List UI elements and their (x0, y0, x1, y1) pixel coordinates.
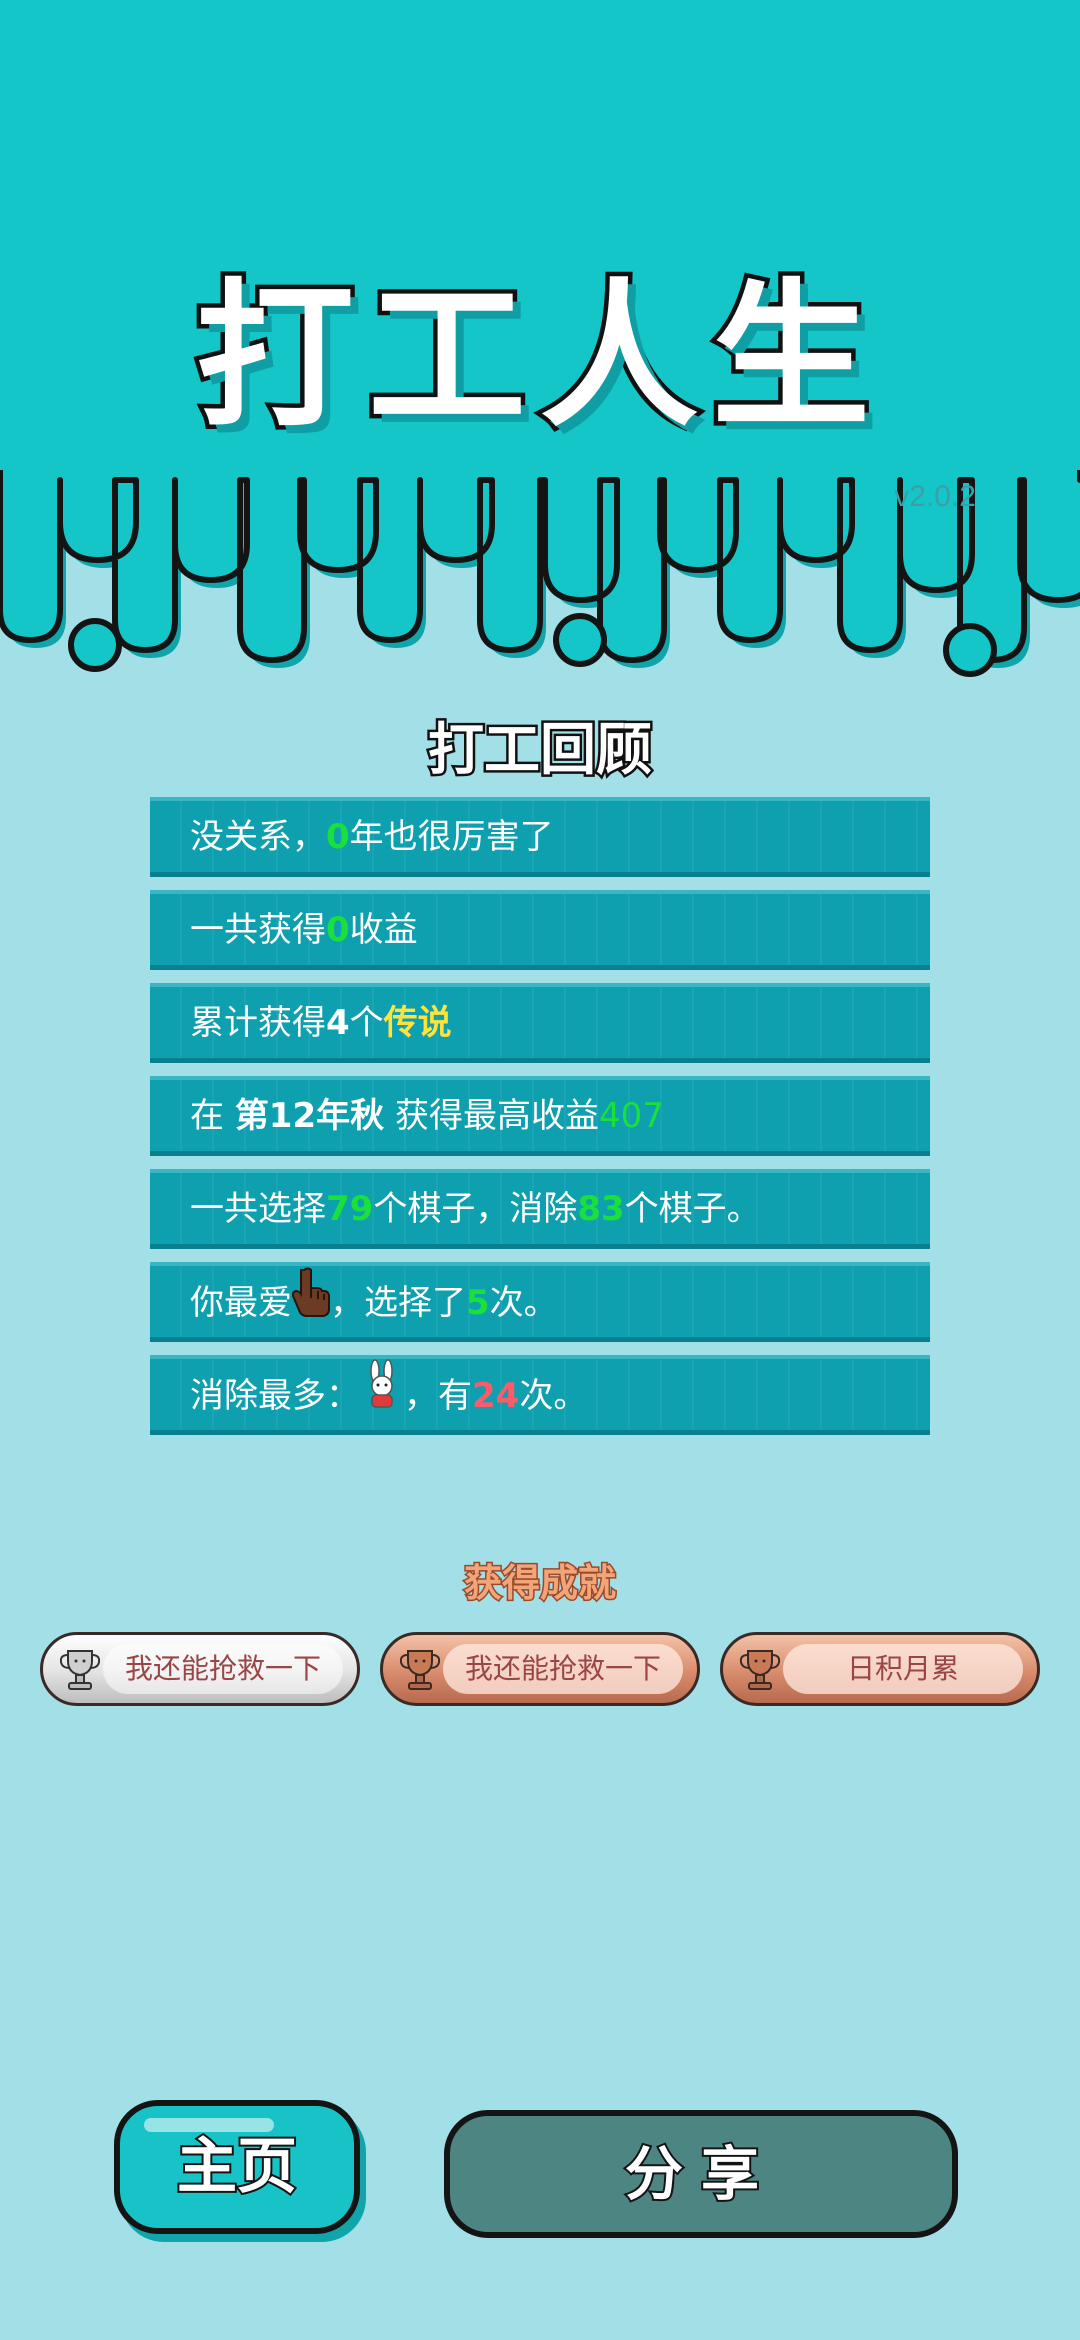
max-income-value: 407 (598, 1096, 664, 1136)
achievement-label: 日积月累 (846, 1652, 959, 1685)
income-value: 0 (326, 910, 350, 950)
review-row-income: 一共获得0收益 (150, 890, 930, 970)
achievement-badge[interactable]: 我还能抢救一下 (380, 1632, 700, 1706)
trophy-icon (395, 1645, 445, 1699)
favorite-count: 5 (466, 1283, 490, 1323)
season-label: 第12年秋 (234, 1096, 385, 1136)
home-button-label: 主页 (175, 2130, 299, 2204)
home-button[interactable]: 主页 (114, 2100, 360, 2234)
achievements-title: 获得成就 (462, 1560, 617, 1607)
review-row-most-eliminated: 消除最多： ，有24次。 (150, 1355, 930, 1435)
achievement-badge[interactable]: 日积月累 (720, 1632, 1040, 1706)
achievement-label: 我还能抢救一下 (464, 1652, 661, 1685)
most-eliminated-count: 24 (472, 1376, 520, 1416)
review-row-pieces: 一共选择79个棋子，消除83个棋子。 (150, 1169, 930, 1249)
review-row-years: 没关系，0年也很厉害了 (150, 797, 930, 877)
eliminated-count: 83 (577, 1189, 625, 1229)
review-row-max-income: 在 第12年秋 获得最高收益407 (150, 1076, 930, 1156)
legend-label: 传说 (383, 1003, 452, 1043)
version-label: v2.0.2 (894, 480, 976, 513)
review-title: 打工回顾 (426, 716, 655, 786)
selected-count: 79 (326, 1189, 374, 1229)
pointing-hand-icon (291, 1266, 330, 1337)
achievement-label: 我还能抢救一下 (124, 1652, 321, 1685)
share-button-label: 分享 (623, 2138, 777, 2210)
trophy-icon (55, 1645, 105, 1699)
years-value: 0 (326, 817, 350, 857)
share-button[interactable]: 分享 (444, 2110, 958, 2238)
legend-count: 4 (326, 1003, 350, 1043)
review-row-favorite: 你最爱 ，选择了5次。 (150, 1262, 930, 1342)
game-title: 打工人生 (192, 261, 884, 454)
rabbit-icon (360, 1359, 404, 1430)
trophy-icon (735, 1645, 785, 1699)
review-row-legend: 累计获得4个传说 (150, 983, 930, 1063)
achievement-badge[interactable]: 我还能抢救一下 (40, 1632, 360, 1706)
